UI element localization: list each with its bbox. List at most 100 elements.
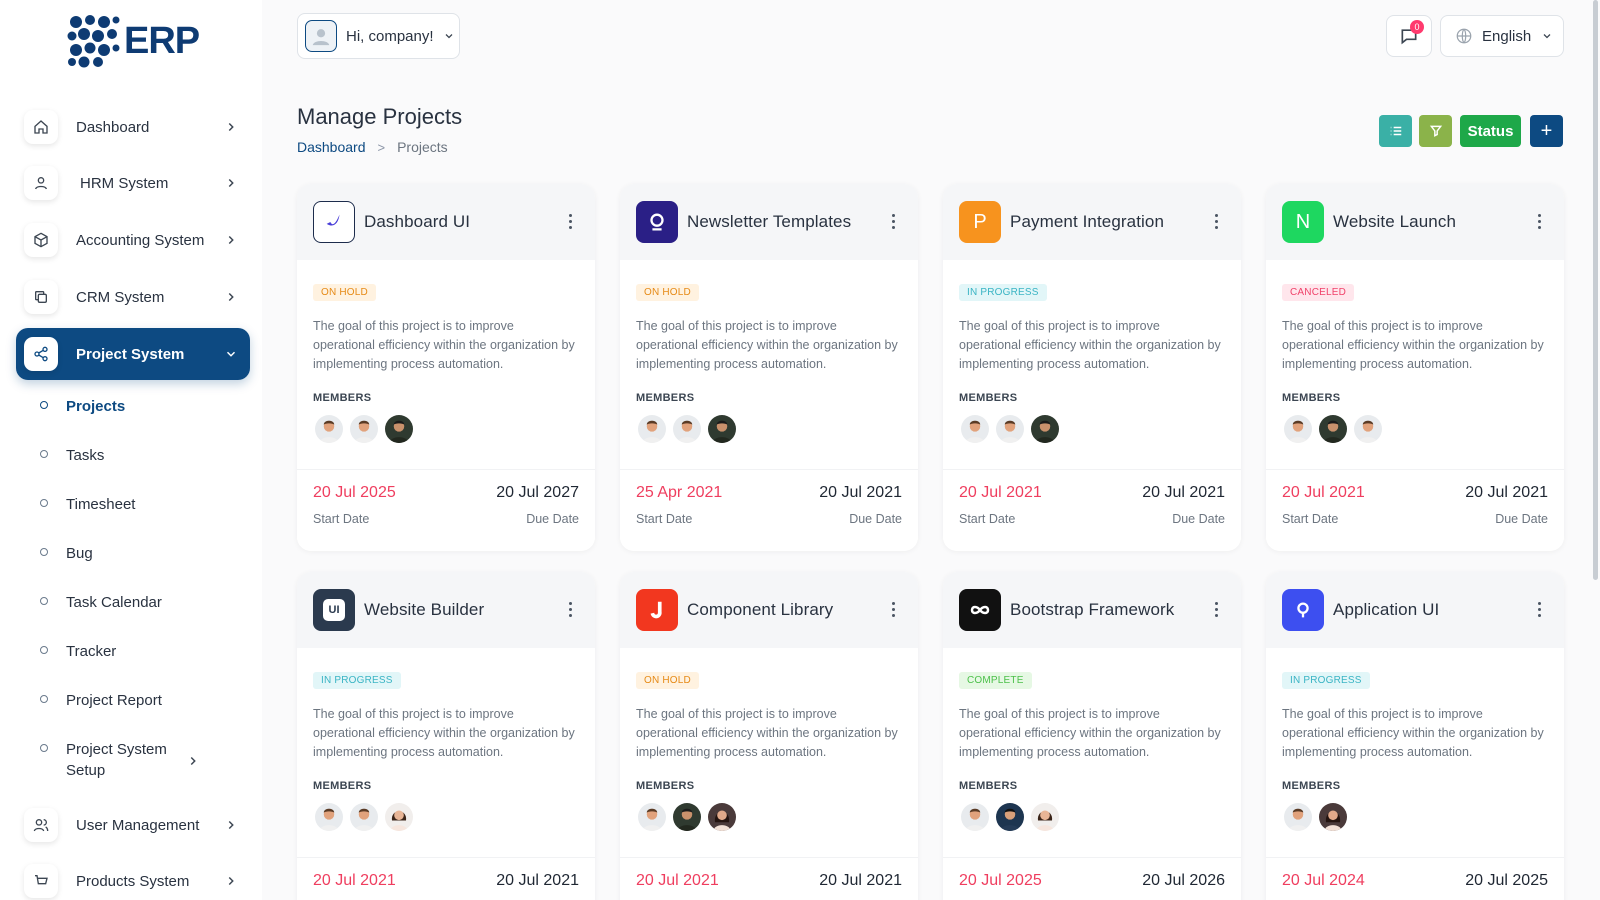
project-title[interactable]: Bootstrap Framework <box>1010 600 1174 620</box>
project-card[interactable]: Bootstrap Framework COMPLETE The goal of t… <box>943 572 1241 900</box>
language-label: English <box>1482 27 1532 45</box>
sidebar-item-accounting[interactable]: Accounting System <box>16 215 250 265</box>
add-project-button[interactable]: + <box>1530 115 1563 147</box>
more-options-icon[interactable] <box>1536 600 1542 620</box>
filter-button[interactable] <box>1419 115 1452 147</box>
status-button[interactable]: Status <box>1460 115 1521 147</box>
member-avatar[interactable] <box>313 801 345 833</box>
members-label: MEMBERS <box>959 780 1018 792</box>
project-card[interactable]: Application UI IN PROGRESS The goal of thi… <box>1266 572 1564 900</box>
member-avatar[interactable] <box>1029 413 1061 445</box>
member-avatar[interactable] <box>671 413 703 445</box>
more-options-icon[interactable] <box>890 600 896 620</box>
sidebar-subitem-label: Project Report <box>66 692 162 709</box>
project-title[interactable]: Dashboard UI <box>364 212 470 232</box>
member-list <box>636 801 902 833</box>
sidebar-subitem-project-report[interactable]: Project Report <box>40 690 240 711</box>
member-avatar[interactable] <box>1282 801 1314 833</box>
more-options-icon[interactable] <box>1213 212 1219 232</box>
member-list <box>959 413 1225 445</box>
more-options-icon[interactable] <box>1536 212 1542 232</box>
member-avatar[interactable] <box>383 413 415 445</box>
member-avatar[interactable] <box>994 801 1026 833</box>
app-logo[interactable]: ERP <box>66 14 200 68</box>
project-description: The goal of this project is to improve o… <box>313 319 575 371</box>
sidebar-item-label: Dashboard <box>76 118 150 136</box>
member-avatar[interactable] <box>671 801 703 833</box>
more-options-icon[interactable] <box>1213 600 1219 620</box>
sidebar-subitem-label: Bug <box>66 545 93 562</box>
sidebar-item-crm[interactable]: CRM System <box>16 272 250 322</box>
project-card-header: N Website Launch <box>1266 184 1564 260</box>
project-title[interactable]: Payment Integration <box>1010 212 1164 232</box>
member-avatar[interactable] <box>1282 413 1314 445</box>
project-title[interactable]: Newsletter Templates <box>687 212 851 232</box>
project-card-footer: 25 Apr 2021 20 Jul 2021 Start Date Due Date <box>620 469 918 551</box>
member-avatar[interactable] <box>383 801 415 833</box>
member-avatar[interactable] <box>706 413 738 445</box>
bullet-icon <box>40 499 48 507</box>
language-selector[interactable]: English <box>1440 15 1564 57</box>
member-avatar[interactable] <box>959 413 991 445</box>
project-card-body: ON HOLD The goal of this project is to im… <box>620 648 918 857</box>
project-card[interactable]: N Website Launch CANCELED The goal of this … <box>1266 184 1564 551</box>
chevron-down-icon <box>445 34 452 39</box>
sidebar-item-label: CRM System <box>76 288 165 306</box>
sidebar-subitem-timesheet[interactable]: Timesheet <box>40 494 240 515</box>
member-avatar[interactable] <box>348 413 380 445</box>
project-card[interactable]: UI Website Builder IN PROGRESS The goal of … <box>297 572 595 900</box>
breadcrumb: Dashboard > Projects <box>297 139 448 155</box>
user-menu[interactable]: Hi, company! <box>297 13 460 59</box>
sidebar-item-hrm[interactable]: HRM System <box>16 158 250 208</box>
due-date: 20 Jul 2021 <box>496 872 579 889</box>
sidebar-subitem-project-system-setup[interactable]: Project System Setup <box>40 739 238 781</box>
sidebar-item-project-system[interactable]: Project System <box>16 328 250 380</box>
sidebar-item-products[interactable]: Products System <box>16 856 250 900</box>
member-avatar[interactable] <box>313 413 345 445</box>
sidebar-item-user-management[interactable]: User Management <box>16 800 250 850</box>
project-title[interactable]: Website Launch <box>1333 212 1456 232</box>
member-avatar[interactable] <box>1352 413 1384 445</box>
member-avatar[interactable] <box>706 801 738 833</box>
project-title[interactable]: Website Builder <box>364 600 484 620</box>
project-card[interactable]: Dashboard UI ON HOLD The goal of this proj… <box>297 184 595 551</box>
member-avatar[interactable] <box>994 413 1026 445</box>
sidebar-subitem-projects[interactable]: Projects <box>40 396 240 417</box>
member-avatar[interactable] <box>1317 413 1349 445</box>
member-avatar[interactable] <box>636 801 668 833</box>
more-options-icon[interactable] <box>567 212 573 232</box>
chevron-right-icon <box>190 756 196 766</box>
member-list <box>1282 801 1548 833</box>
project-card-footer: 20 Jul 202420 Jul 2025Start DateDue Date <box>1266 857 1564 900</box>
project-title[interactable]: Application UI <box>1333 600 1439 620</box>
page-scrollbar[interactable] <box>1593 0 1598 580</box>
member-avatar[interactable] <box>1317 801 1349 833</box>
project-description: The goal of this project is to improve o… <box>636 707 898 759</box>
list-view-button[interactable] <box>1379 115 1412 147</box>
project-card[interactable]: P Payment Integration IN PROGRESS The goal … <box>943 184 1241 551</box>
project-title[interactable]: Component Library <box>687 600 833 620</box>
sidebar-item-label: Project System <box>76 345 185 363</box>
project-card[interactable]: Component Library ON HOLD The goal of this… <box>620 572 918 900</box>
logo-text: ERP <box>124 19 200 62</box>
sidebar-item-dashboard[interactable]: Dashboard <box>16 102 250 152</box>
sidebar-subitem-bug[interactable]: Bug <box>40 543 240 564</box>
sidebar-subitem-tracker[interactable]: Tracker <box>40 641 240 662</box>
start-date-label: Start Date <box>959 512 1016 526</box>
status-badge: ON HOLD <box>636 672 699 689</box>
project-card[interactable]: Newsletter Templates ON HOLD The goal of t… <box>620 184 918 551</box>
member-avatar[interactable] <box>1029 801 1061 833</box>
newsletter-logo-icon <box>636 201 678 243</box>
member-avatar[interactable] <box>348 801 380 833</box>
notification-button[interactable]: 0 <box>1386 15 1432 57</box>
more-options-icon[interactable] <box>890 212 896 232</box>
member-avatar[interactable] <box>636 413 668 445</box>
breadcrumb-home-link[interactable]: Dashboard <box>297 139 366 155</box>
bootstrap-logo-icon <box>959 589 1001 631</box>
sidebar-subitem-tasks[interactable]: Tasks <box>40 445 240 466</box>
more-options-icon[interactable] <box>567 600 573 620</box>
project-card-body: IN PROGRESS The goal of this project is t… <box>1266 648 1564 857</box>
user-greeting: Hi, company! <box>346 27 434 45</box>
member-avatar[interactable] <box>959 801 991 833</box>
sidebar-subitem-task-calendar[interactable]: Task Calendar <box>40 592 240 613</box>
